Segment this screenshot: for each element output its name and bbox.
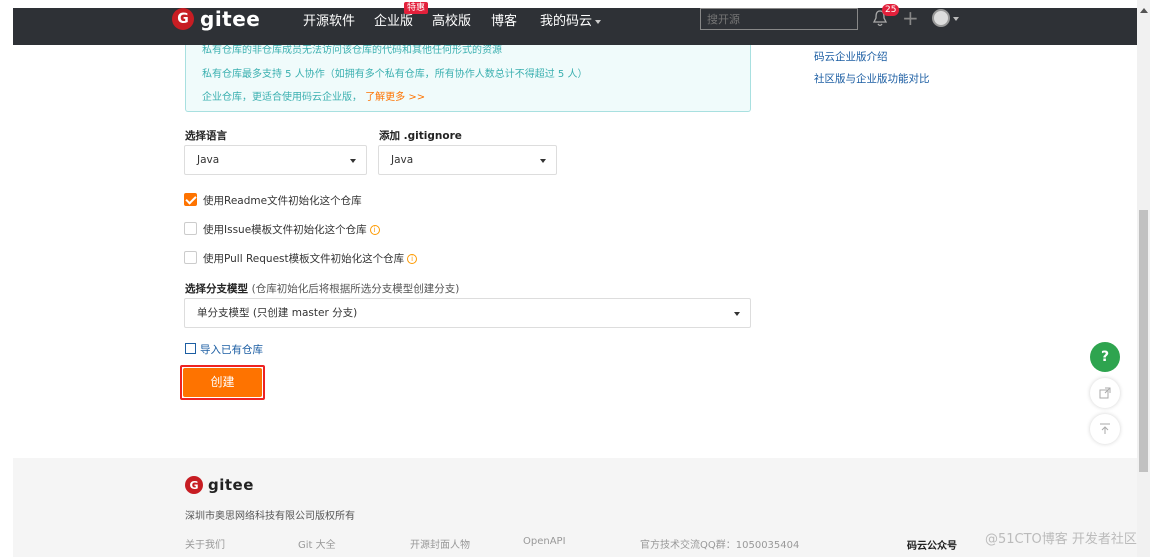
create-button[interactable]: 创建 [183,368,262,397]
issue-template-label-wrap: 使用Issue模板文件初始化这个仓库 i [203,222,380,237]
help-button[interactable]: ? [1090,342,1120,372]
issue-template-checkbox[interactable] [184,222,197,235]
info-icon[interactable]: i [407,254,418,264]
external-link-icon [1099,387,1111,399]
pr-template-label-wrap: 使用Pull Request模板文件初始化这个仓库 i [203,251,418,266]
footer-link-about[interactable]: 关于我们 [185,536,225,551]
branch-model-select[interactable]: 单分支模型 (只创建 master 分支) [184,298,751,328]
gitee-logo[interactable]: G gitee [172,7,260,31]
footer-logo[interactable]: G gitee [185,476,254,494]
arrow-up-icon [1100,423,1110,434]
nav-university[interactable]: 高校版 [432,10,471,29]
readme-checkbox[interactable] [184,193,197,206]
branch-model-title: 选择分支模型 [185,283,248,295]
scroll-up-arrow-icon[interactable] [1140,8,1148,13]
avatar[interactable] [932,9,950,27]
enterprise-intro-link[interactable]: 码云企业版介绍 [814,49,888,64]
footer-logo-text: gitee [208,476,254,494]
feedback-button[interactable] [1090,378,1120,408]
gitee-logo-icon: G [185,476,203,494]
nav-my-gitee[interactable]: 我的码云 [540,10,601,29]
question-icon: ? [1100,349,1110,365]
info-icon[interactable]: i [369,225,380,235]
info-line-3: 企业仓库，更适合使用码云企业版， 了解更多 >> [202,88,425,103]
pr-template-checkbox-label[interactable]: 使用Pull Request模板文件初始化这个仓库 [203,253,404,265]
footer-link-openapi[interactable]: OpenAPI [523,536,566,547]
footer-link-qq[interactable]: 官方技术交流QQ群：1050035404 [640,536,799,551]
import-repo-link[interactable]: 导入已有仓库 [185,342,263,357]
branch-model-hint: (仓库初始化后将根据所选分支模型创建分支) [251,283,460,295]
readme-checkbox-label[interactable]: 使用Readme文件初始化这个仓库 [203,193,362,208]
branch-model-label: 选择分支模型 (仓库初始化后将根据所选分支模型创建分支) [185,281,459,296]
gitee-logo-icon: G [172,8,194,30]
language-label: 选择语言 [185,130,227,142]
back-to-top-button[interactable] [1090,414,1120,444]
gitignore-label: 添加 .gitignore [379,130,462,142]
watermark: @51CTO博客 开发者社区 [985,532,1137,547]
edition-compare-link[interactable]: 社区版与企业版功能对比 [814,71,930,86]
plus-icon[interactable]: + [902,8,919,28]
notification-count: 25 [882,4,900,16]
chevron-down-icon[interactable] [953,17,959,21]
learn-more-link[interactable]: 了解更多 >> [365,92,425,103]
footer-link-cover[interactable]: 开源封面人物 [410,536,470,551]
footer-link-git[interactable]: Git 大全 [298,536,336,551]
import-icon [185,343,196,354]
info-line-3-text: 企业仓库，更适合使用码云企业版， [202,92,362,103]
pr-template-checkbox[interactable] [184,251,197,264]
search-input[interactable] [700,8,858,30]
info-line-2: 私有仓库最多支持 5 人协作（如拥有多个私有仓库，所有协作人数总计不得超过 5 … [202,69,588,80]
issue-template-checkbox-label[interactable]: 使用Issue模板文件初始化这个仓库 [203,224,367,236]
footer [13,458,1137,557]
scrollbar-thumb[interactable] [1139,210,1148,472]
logo-text: gitee [200,7,261,31]
language-select[interactable]: Java [184,145,367,175]
special-offer-badge: 特惠 [404,2,429,14]
nav-open-source[interactable]: 开源软件 [303,10,355,29]
nav-blog[interactable]: 博客 [491,10,517,29]
qr-label: 码云公众号 [907,541,957,552]
page: 私有仓库的非仓库成员无法访问该仓库的代码和其他任何形式的资源 私有仓库最多支持 … [0,0,1154,557]
copyright-text: 深圳市奥思网络科技有限公司版权所有 [185,511,355,522]
gitignore-select[interactable]: Java [378,145,557,175]
import-repo-label[interactable]: 导入已有仓库 [200,344,263,356]
